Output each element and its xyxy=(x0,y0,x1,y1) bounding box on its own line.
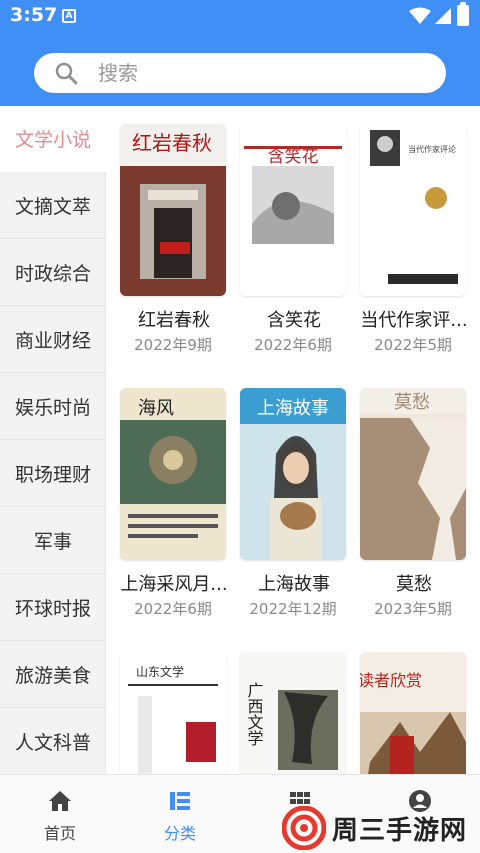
magazine-cover[interactable]: 红岩春秋 xyxy=(120,124,226,296)
sidebar-item-literature[interactable]: 文学小说 xyxy=(0,106,106,172)
cover-title: 上海故事 xyxy=(257,398,329,419)
magazine-cover[interactable]: 上海故事 xyxy=(240,388,346,560)
home-icon xyxy=(49,791,71,811)
magazine-issue: 2022年6期 xyxy=(254,336,332,354)
status-time: 3:57 xyxy=(10,4,58,26)
magazine-cover[interactable]: 含笑花 xyxy=(240,124,346,296)
magazine-grid: 红岩春秋 红岩春秋 2022年9期 含笑花 含笑花 2022年6期 当代作家评论… xyxy=(106,106,480,774)
status-bar: 3:57 A xyxy=(0,0,480,32)
app-header: 3:57 A 搜索 xyxy=(0,0,480,106)
watermark-text: 周三手游网 xyxy=(332,816,468,846)
magazine-cover[interactable]: 海风 xyxy=(120,388,226,560)
magazine-issue: 2022年9期 xyxy=(134,336,212,354)
sidebar-item-science[interactable]: 人文科普 xyxy=(0,709,106,775)
magazine-issue: 2022年6期 xyxy=(134,600,212,618)
sidebar-item-entertainment[interactable]: 娱乐时尚 xyxy=(0,374,106,440)
magazine-title: 莫愁 xyxy=(396,574,432,595)
sidebar-item-politics[interactable]: 时政综合 xyxy=(0,240,106,306)
cover-title: 莫愁 xyxy=(394,392,430,413)
wifi-icon xyxy=(409,7,431,24)
magazine-issue: 2022年12期 xyxy=(249,600,337,618)
sidebar-item-military[interactable]: 军事 xyxy=(0,508,106,574)
magazine-cover[interactable]: 广西文学 xyxy=(240,652,346,774)
cover-title: 山东文学 xyxy=(136,664,184,679)
tab-category-label: 分类 xyxy=(163,824,196,843)
magazine-title: 含笑花 xyxy=(267,310,321,331)
magazine-cover[interactable]: 山东文学 xyxy=(120,652,226,774)
search-input[interactable]: 搜索 xyxy=(34,53,446,93)
cover-title: 广西文学 xyxy=(245,682,264,746)
cover-title: 当代作家评论 xyxy=(408,144,456,154)
cover-title: 海风 xyxy=(138,398,174,419)
category-sidebar: 文学小说 文摘文萃 时政综合 商业财经 娱乐时尚 职场理财 军事 环球时报 旅游… xyxy=(0,106,106,775)
magazine-issue: 2023年5期 xyxy=(374,600,452,618)
watermark: 周三手游网 xyxy=(282,804,480,850)
tab-category[interactable]: 分类 xyxy=(140,785,220,845)
magazine-cover[interactable]: 莫愁 xyxy=(360,388,466,560)
battery-icon xyxy=(457,2,469,26)
magazine-cover[interactable]: 读者欣赏 xyxy=(360,652,466,774)
magazine-title: 上海故事 xyxy=(258,574,330,595)
notification-icon: A xyxy=(62,9,76,23)
search-icon xyxy=(55,62,78,85)
sidebar-item-travel[interactable]: 旅游美食 xyxy=(0,642,106,708)
signal-icon xyxy=(435,8,451,24)
sidebar-item-career[interactable]: 职场理财 xyxy=(0,441,106,507)
search-placeholder: 搜索 xyxy=(98,61,138,85)
cover-title: 读者欣赏 xyxy=(360,671,422,690)
magazine-issue: 2022年5期 xyxy=(374,336,452,354)
cover-title: 含笑花 xyxy=(268,147,319,167)
watermark-logo-icon xyxy=(282,806,326,850)
magazine-title: 当代作家评... xyxy=(360,310,468,331)
sidebar-item-digest[interactable]: 文摘文萃 xyxy=(0,173,106,239)
tab-home-label: 首页 xyxy=(43,824,76,843)
magazine-title: 上海采风月... xyxy=(120,574,228,595)
tab-home[interactable]: 首页 xyxy=(20,785,100,845)
cover-title: 红岩春秋 xyxy=(132,131,212,155)
category-icon xyxy=(170,792,190,810)
magazine-cover[interactable]: 当代作家评论 xyxy=(360,124,466,296)
sidebar-item-global-times[interactable]: 环球时报 xyxy=(0,575,106,641)
magazine-title: 红岩春秋 xyxy=(138,310,210,331)
sidebar-item-business[interactable]: 商业财经 xyxy=(0,307,106,373)
